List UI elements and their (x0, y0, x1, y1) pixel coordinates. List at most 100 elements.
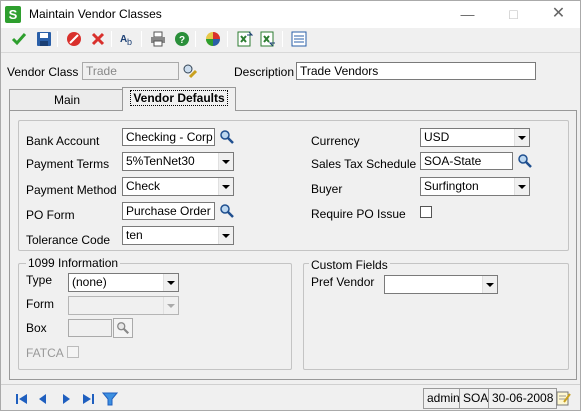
box-1099-lookup-button[interactable] (113, 318, 133, 338)
chevron-down-icon (514, 129, 529, 146)
list-view-icon (291, 31, 307, 47)
magnifier-icon (518, 154, 532, 168)
checkmark-icon (11, 33, 27, 46)
save-icon (37, 32, 51, 46)
color-options-button[interactable] (203, 29, 223, 49)
no-entry-icon (67, 32, 81, 46)
window-title: Maintain Vendor Classes (29, 7, 162, 21)
help-icon: ? (175, 32, 189, 46)
toolbar: Ab ? (1, 28, 580, 50)
filter-button[interactable] (101, 390, 119, 408)
custom-fields-title: Custom Fields (309, 258, 390, 272)
help-button[interactable]: ? (172, 29, 192, 49)
buyer-label: Buyer (311, 182, 343, 196)
navigation-bar: admin SOA 30-06-2008 (1, 384, 580, 410)
box-1099-field (68, 319, 112, 337)
bank-account-label: Bank Account (26, 134, 100, 148)
payment-method-label: Payment Method (26, 183, 117, 197)
status-user: admin (423, 388, 464, 409)
vendor-class-lookup-button[interactable] (180, 61, 200, 81)
cancel-button[interactable] (88, 29, 108, 49)
description-label: Description (234, 65, 295, 79)
po-form-label: PO Form (26, 208, 75, 222)
import-button[interactable] (258, 29, 278, 49)
payment-method-select[interactable]: Check (122, 177, 234, 196)
svg-text:b: b (127, 37, 132, 47)
app-logo-icon: S (5, 6, 21, 23)
form-1099-label: Form (26, 297, 54, 311)
pref-vendor-select[interactable] (384, 275, 498, 294)
bank-account-lookup-button[interactable] (217, 127, 237, 147)
pref-vendor-label: Pref Vendor (311, 275, 375, 289)
vendor-class-label: Vendor Class (7, 65, 79, 79)
cancel-x-icon (91, 32, 105, 46)
chevron-down-icon (482, 276, 497, 293)
type-1099-label: Type (26, 273, 53, 287)
description-field[interactable]: Trade Vendors (296, 62, 536, 80)
sales-tax-schedule-field[interactable]: SOA-State (420, 152, 513, 170)
chevron-down-icon (218, 153, 233, 170)
list-view-button[interactable] (289, 29, 309, 49)
print-button[interactable] (148, 29, 168, 49)
chevron-down-icon (163, 297, 178, 314)
notes-button[interactable] (554, 389, 572, 407)
info-1099-title: 1099 Information (26, 256, 121, 270)
status-date: 30-06-2008 (488, 388, 558, 409)
accept-button[interactable] (9, 29, 29, 49)
currency-label: Currency (311, 134, 360, 148)
first-icon (16, 394, 27, 404)
tolerance-code-label: Tolerance Code (26, 233, 111, 247)
minimize-button[interactable]: — (445, 3, 490, 25)
type-1099-select[interactable]: (none) (68, 273, 179, 292)
fatca-checkbox[interactable] (67, 346, 79, 358)
lookup-pencil-icon (183, 64, 198, 79)
chevron-down-icon (163, 274, 178, 291)
spell-check-icon: Ab (120, 34, 132, 47)
svg-text:?: ? (179, 35, 185, 46)
chevron-down-icon (218, 178, 233, 195)
po-form-field[interactable]: Purchase Order (122, 202, 215, 220)
previous-record-button[interactable] (34, 390, 52, 408)
notepad-icon (556, 391, 571, 406)
tolerance-code-select[interactable]: ten (122, 226, 234, 245)
box-1099-label: Box (26, 321, 47, 335)
bank-account-field[interactable]: Checking - Corp (122, 128, 215, 146)
save-button[interactable] (34, 29, 54, 49)
first-record-button[interactable] (13, 390, 31, 408)
next-icon (63, 394, 70, 404)
title-bar: S Maintain Vendor Classes — □ ✕ (1, 1, 580, 28)
require-po-issue-label: Require PO Issue (311, 207, 406, 221)
form-1099-select[interactable] (68, 296, 179, 315)
previous-icon (39, 394, 46, 404)
po-form-lookup-button[interactable] (217, 201, 237, 221)
magnifier-icon (220, 204, 234, 218)
app-window: S Maintain Vendor Classes — □ ✕ Ab ? Ven… (0, 0, 581, 411)
fatca-label: FATCA (26, 346, 64, 360)
next-record-button[interactable] (57, 390, 75, 408)
last-record-button[interactable] (79, 390, 97, 408)
maximize-button[interactable]: □ (491, 3, 536, 25)
sales-tax-schedule-label: Sales Tax Schedule (311, 157, 417, 171)
require-po-issue-checkbox[interactable] (420, 206, 432, 218)
chevron-down-icon (218, 227, 233, 244)
payment-terms-label: Payment Terms (26, 157, 110, 171)
export-button[interactable] (235, 29, 255, 49)
currency-select[interactable]: USD (420, 128, 530, 147)
sales-tax-schedule-lookup-button[interactable] (515, 151, 535, 171)
import-sheet-icon (260, 31, 275, 47)
printer-icon (151, 31, 165, 47)
buyer-select[interactable]: Surfington (420, 177, 530, 196)
delete-button[interactable] (64, 29, 84, 49)
last-icon (83, 394, 94, 404)
spell-check-button[interactable]: Ab (118, 29, 138, 49)
chevron-down-icon (514, 178, 529, 195)
payment-terms-select[interactable]: 5%TenNet30 (122, 152, 234, 171)
tab-main[interactable]: Main (9, 89, 125, 111)
color-wheel-icon (206, 32, 220, 46)
magnifier-icon (117, 322, 130, 335)
vendor-class-field: Trade (82, 62, 179, 80)
magnifier-icon (220, 130, 234, 144)
tab-vendor-defaults[interactable]: Vendor Defaults (122, 87, 236, 111)
filter-icon (102, 392, 118, 406)
close-window-button[interactable]: ✕ (536, 3, 581, 25)
